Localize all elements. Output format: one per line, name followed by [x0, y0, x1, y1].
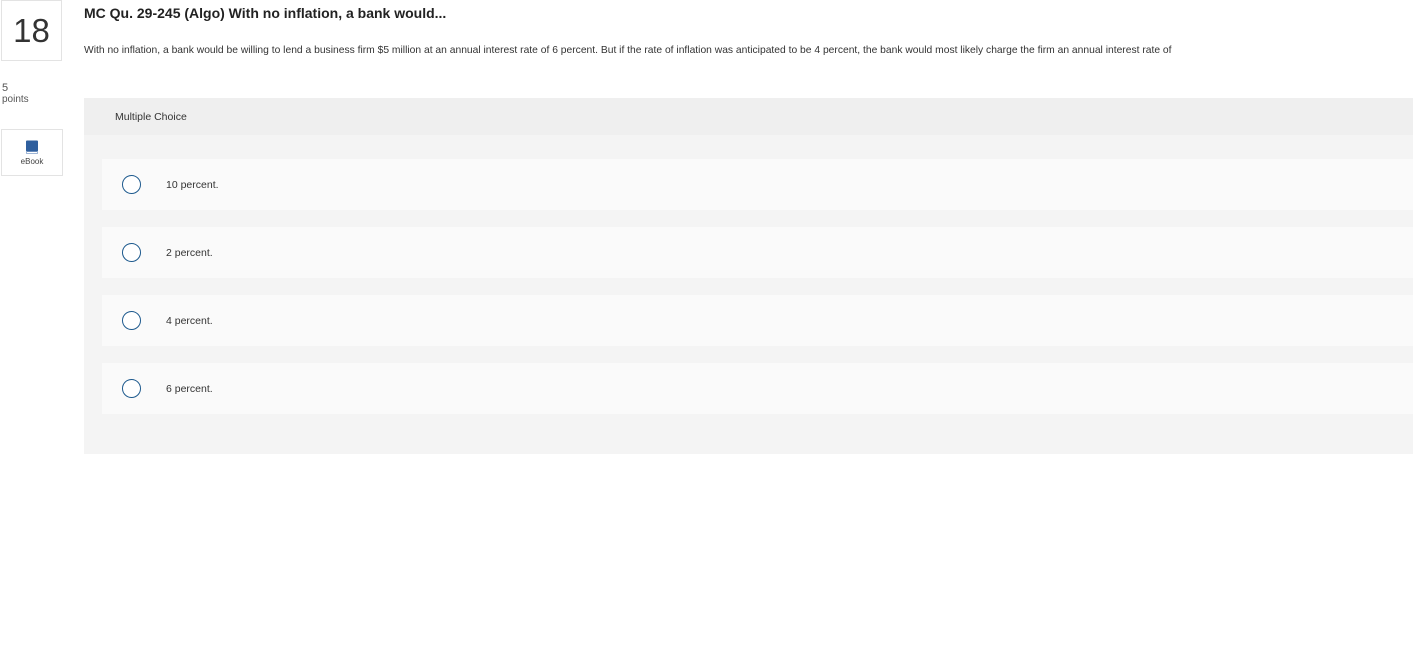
choice-option[interactable]: 10 percent. — [102, 159, 1413, 210]
question-number: 18 — [1, 0, 62, 61]
question-title: MC Qu. 29-245 (Algo) With no inflation, … — [84, 5, 447, 21]
ebook-button[interactable]: eBook — [1, 129, 63, 176]
choice-option[interactable]: 4 percent. — [102, 295, 1413, 346]
choice-label: 2 percent. — [166, 246, 213, 259]
radio-button[interactable] — [122, 175, 141, 194]
choice-label: 4 percent. — [166, 314, 213, 327]
multiple-choice-header-label: Multiple Choice — [115, 110, 187, 123]
choice-label: 6 percent. — [166, 382, 213, 395]
choice-option[interactable]: 6 percent. — [102, 363, 1413, 414]
book-icon — [26, 140, 38, 154]
points-value: 5 — [2, 82, 9, 94]
question-number-text: 18 — [13, 11, 50, 49]
points-indicator: 5 points — [2, 82, 29, 106]
choice-option[interactable]: 2 percent. — [102, 227, 1413, 278]
multiple-choice-header: Multiple Choice — [84, 98, 1413, 135]
radio-button[interactable] — [122, 243, 141, 262]
points-label: points — [2, 94, 29, 105]
question-page: 18 5 points eBook MC Qu. 29-245 (Algo) W… — [0, 0, 1413, 655]
ebook-label: eBook — [20, 156, 44, 166]
choice-label: 10 percent. — [166, 178, 219, 191]
question-text: With no inflation, a bank would be willi… — [84, 45, 1172, 56]
multiple-choice-panel: Multiple Choice 10 percent. 2 percent. 4… — [84, 98, 1413, 454]
radio-button[interactable] — [122, 311, 141, 330]
radio-button[interactable] — [122, 379, 141, 398]
